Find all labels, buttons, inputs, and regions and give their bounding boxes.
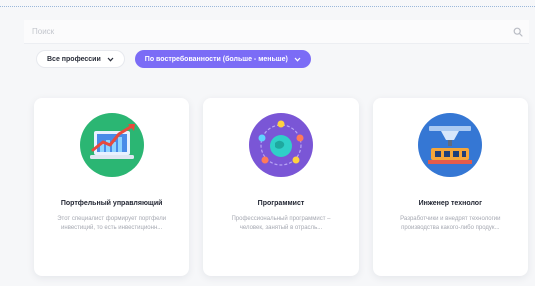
search-icon[interactable] (513, 27, 523, 37)
profession-dropdown[interactable]: Все профессии (36, 50, 125, 68)
chevron-down-icon (107, 57, 114, 62)
profession-card-process-engineer[interactable]: Инженер технолог Разработчики и внедрят … (372, 98, 528, 276)
factory-machine-icon (418, 113, 483, 177)
card-title: Программист (257, 200, 305, 207)
sort-dropdown[interactable]: По востребованности (больше - меньше) (134, 50, 311, 68)
card-description: Профессиональный программист – человек, … (231, 216, 331, 231)
chart-laptop-icon (79, 113, 144, 177)
top-divider (0, 6, 535, 7)
card-title: Инженер технолог (418, 200, 482, 207)
profession-card-portfolio-manager[interactable]: Портфельный управляющий Этот специалист … (34, 98, 190, 276)
profession-dropdown-label: Все профессии (47, 55, 101, 63)
profession-card-programmer[interactable]: Программист Профессиональный программист… (203, 98, 359, 276)
chevron-down-icon (294, 57, 301, 62)
search-input[interactable]: Поиск (32, 27, 54, 36)
search-bar[interactable]: Поиск (24, 20, 529, 44)
card-title: Портфельный управляющий (60, 200, 163, 207)
profession-cards: Портфельный управляющий Этот специалист … (34, 98, 528, 276)
filter-bar: Все профессии По востребованности (больш… (36, 50, 311, 68)
card-description: Разработчики и внедрят технологии произв… (400, 216, 501, 231)
sort-dropdown-label: По востребованности (больше - меньше) (144, 55, 288, 63)
globe-network-icon (248, 113, 313, 177)
card-description: Этот специалист формирует портфели инвес… (57, 216, 167, 231)
